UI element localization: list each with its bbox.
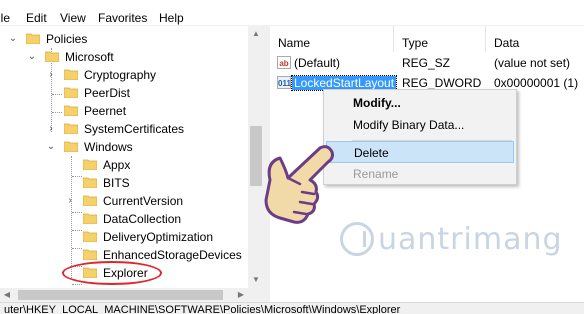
value-type: REG_SZ [402, 56, 451, 70]
folder-icon [83, 176, 97, 188]
tree-item-windows[interactable]: ⌄ Windows [0, 138, 250, 156]
value-data: (value not set) [494, 56, 571, 70]
table-row[interactable]: ab (Default) REG_SZ (value not set) [270, 54, 584, 72]
value-data: 0x00000001 (1) [494, 76, 579, 90]
tree-item-policies[interactable]: ⌄ Policies [0, 30, 250, 48]
tree-item-label: Cryptography [84, 68, 157, 82]
folder-icon [83, 212, 97, 224]
tree-item-label: Peernet [84, 104, 127, 118]
menu-item-modify[interactable]: Modify... [326, 92, 514, 114]
scroll-down-icon[interactable]: ▼ [248, 272, 264, 288]
folder-icon [83, 158, 97, 170]
tree-guide-line [72, 284, 82, 285]
menu-item-modify-binary-data[interactable]: Modify Binary Data... [326, 114, 514, 136]
folder-icon [26, 32, 40, 44]
column-header-type[interactable]: Type [394, 26, 486, 52]
scroll-up-icon[interactable]: ▲ [248, 26, 264, 42]
binary-value-icon: 011 [277, 76, 291, 89]
string-value-icon: ab [277, 56, 291, 69]
tree-item-label: Policies [46, 32, 88, 46]
tree-item-label: EnhancedStorageDevices [103, 248, 242, 262]
scroll-thumb[interactable] [18, 290, 223, 300]
chevron-right-icon[interactable]: › [65, 195, 75, 207]
tree-item-systemcertificates[interactable]: › SystemCertificates [0, 120, 250, 138]
tree-item-label: DataCollection [103, 212, 182, 226]
scroll-left-icon[interactable]: ◀ [0, 288, 14, 302]
folder-icon [64, 68, 78, 80]
tree-item-deliveryoptimization[interactable]: DeliveryOptimization [0, 228, 250, 246]
tree-horizontal-scrollbar[interactable]: ◀ ▶ [0, 288, 264, 302]
tree-item-microsoft[interactable]: ⌄ Microsoft [0, 48, 250, 66]
context-menu: Modify... Modify Binary Data... Delete R… [323, 89, 517, 185]
watermark-text: uantrimang [378, 222, 563, 257]
folder-icon [64, 86, 78, 98]
tree-item-label: Windows [84, 140, 133, 154]
registry-tree[interactable]: ⌄ Policies ⌄ Microsoft › Cryptography Pe… [0, 26, 264, 288]
tree-item-cryptography[interactable]: › Cryptography [0, 66, 250, 84]
tree-item-currentversion[interactable]: › CurrentVersion [0, 192, 250, 210]
tree-item-label: BITS [103, 176, 130, 190]
tree-item-label: CurrentVersion [103, 194, 184, 208]
tree-item-peernet[interactable]: Peernet [0, 102, 250, 120]
value-type: REG_DWORD [402, 76, 482, 90]
menu-item-rename[interactable]: Rename [326, 163, 514, 185]
scroll-right-icon[interactable]: ▶ [234, 288, 248, 302]
tree-item-label: PeerDist [84, 86, 131, 100]
menu-edit[interactable]: Edit [26, 11, 47, 25]
value-name: (Default) [294, 56, 341, 70]
folder-icon [64, 140, 78, 152]
column-header-name[interactable]: Name [270, 26, 394, 52]
tree-item-peerdist[interactable]: PeerDist [0, 84, 250, 102]
status-bar-path: uter\HKEY_LOCAL_MACHINE\SOFTWARE\Policie… [0, 302, 584, 314]
menu-bar: ile Edit View Favorites Help [0, 0, 584, 26]
value-name-selected: LockedStartLayout [290, 75, 398, 91]
menu-item-delete[interactable]: Delete [326, 141, 514, 163]
menu-file[interactable]: ile [0, 11, 10, 25]
tree-item-datacollection[interactable]: DataCollection [0, 210, 250, 228]
folder-icon [64, 122, 78, 134]
chevron-down-icon[interactable]: ⌄ [27, 51, 37, 63]
tree-item-appx[interactable]: Appx [0, 156, 250, 174]
pointing-hand-icon [264, 145, 334, 224]
watermark: uantrimang [340, 220, 580, 260]
tree-item-label: Appx [103, 158, 131, 172]
folder-icon [64, 104, 78, 116]
folder-icon [83, 194, 97, 206]
chevron-down-icon[interactable]: ⌄ [46, 141, 56, 153]
chevron-down-icon[interactable]: ⌄ [8, 33, 18, 45]
chevron-right-icon[interactable]: › [46, 69, 56, 81]
tree-item-label: Microsoft [65, 50, 114, 64]
column-header-data[interactable]: Data [486, 26, 584, 52]
tree-item-bits[interactable]: BITS [0, 174, 250, 192]
menu-view[interactable]: View [60, 11, 86, 25]
menu-favorites[interactable]: Favorites [98, 11, 147, 25]
folder-icon [83, 248, 97, 260]
menu-help[interactable]: Help [159, 11, 184, 25]
tree-item-label: DeliveryOptimization [103, 230, 214, 244]
chevron-right-icon[interactable]: › [46, 123, 56, 135]
annotation-ellipse [62, 261, 162, 285]
folder-icon [45, 50, 59, 62]
tree-item-label: SystemCertificates [84, 122, 185, 136]
folder-icon [83, 230, 97, 242]
